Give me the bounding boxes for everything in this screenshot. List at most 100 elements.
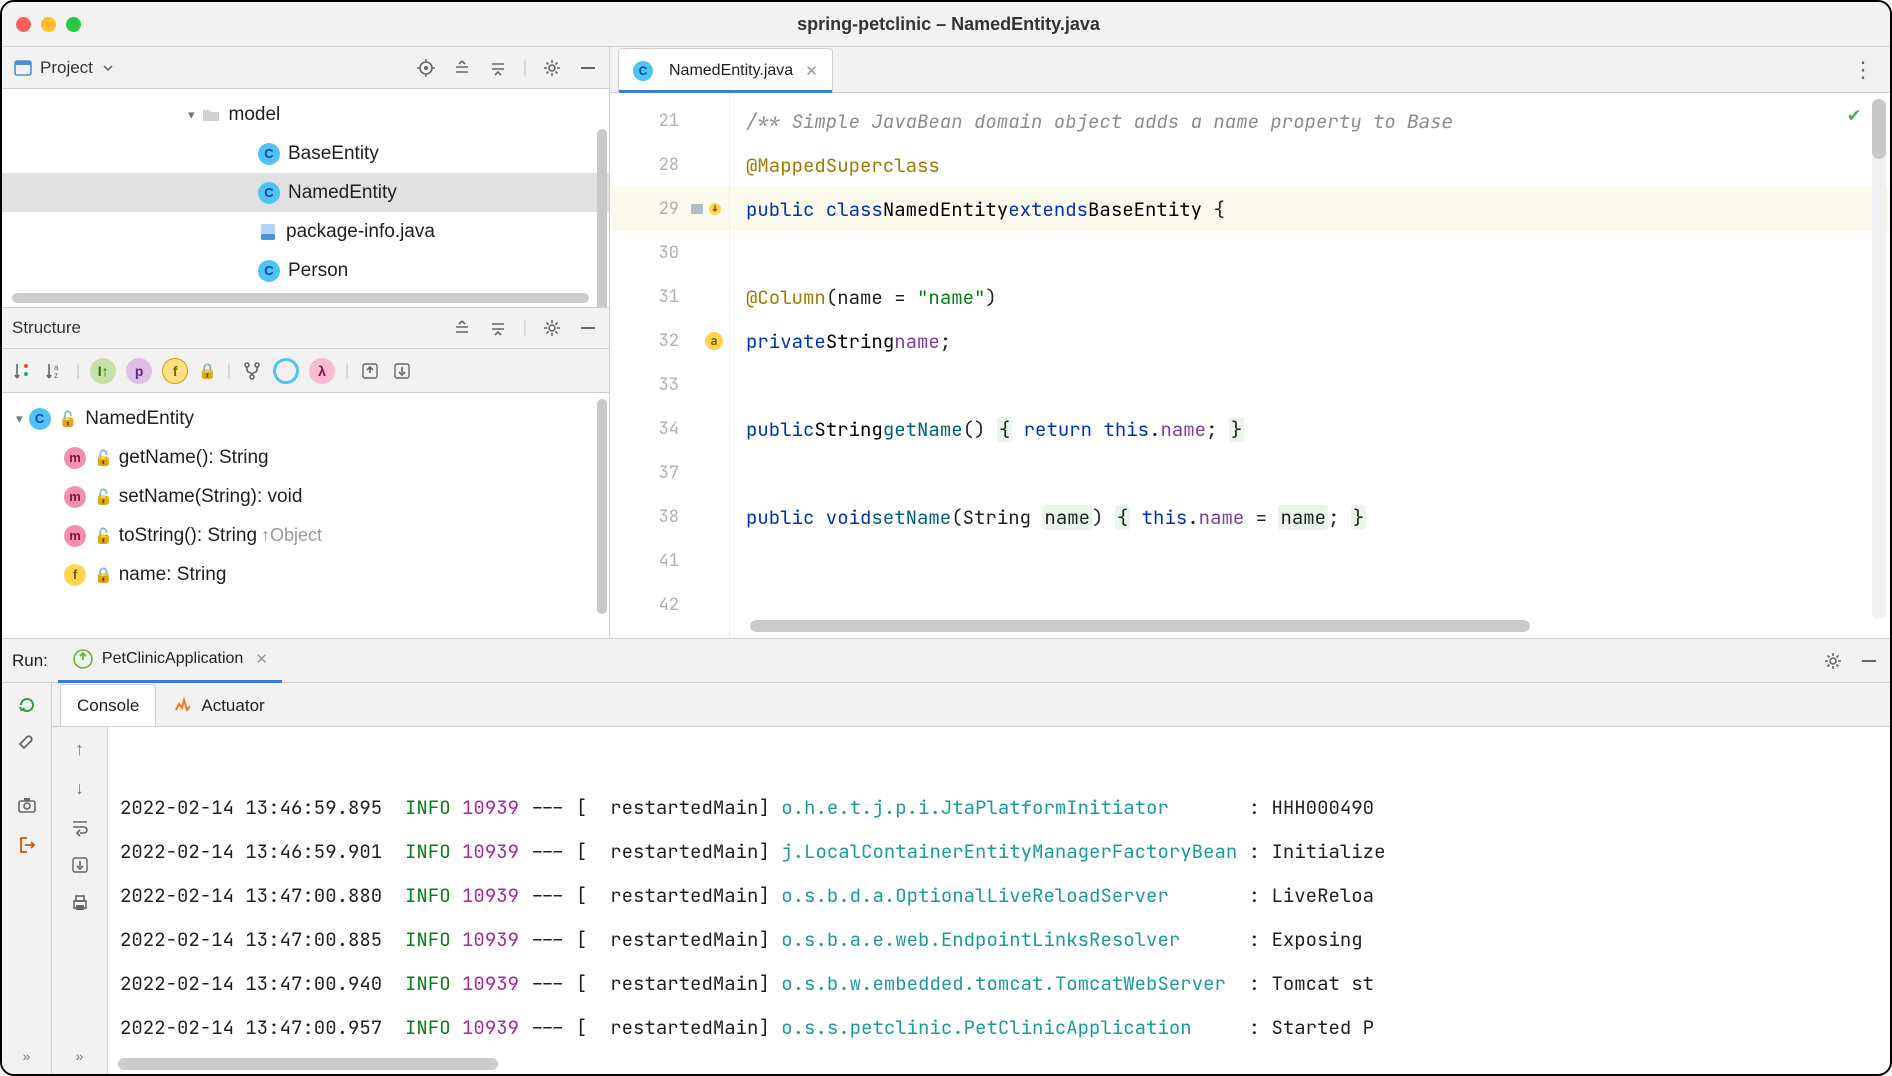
code-line[interactable]: /** Simple JavaBean domain object adds a… xyxy=(730,99,1890,143)
more-icon[interactable]: » xyxy=(76,1048,84,1064)
show-nonpublic-icon[interactable]: 🔒 xyxy=(198,362,217,380)
settings-icon[interactable] xyxy=(541,317,563,339)
structure-member[interactable]: f 🔒 name: String xyxy=(2,555,609,594)
exit-icon[interactable] xyxy=(17,835,37,855)
sort-alpha-icon[interactable]: az xyxy=(44,360,66,382)
collapse-all-icon[interactable] xyxy=(487,317,509,339)
code-line[interactable]: @Column(name = "name") xyxy=(730,275,1890,319)
editor-tabs-menu-icon[interactable]: ⋮ xyxy=(1852,57,1876,83)
gutter-line[interactable]: 33 xyxy=(610,363,729,407)
code-line[interactable] xyxy=(730,231,1890,275)
actuator-icon xyxy=(173,696,193,716)
collapse-all-icon[interactable] xyxy=(487,57,509,79)
run-config-tab[interactable]: PetClinicApplication ✕ xyxy=(58,639,282,683)
tree-item-person[interactable]: C Person xyxy=(2,251,609,290)
code-line[interactable]: public class NamedEntity extends BaseEnt… xyxy=(730,187,1890,231)
show-properties-icon[interactable]: p xyxy=(126,358,152,384)
project-dropdown-icon[interactable] xyxy=(97,57,119,79)
hide-panel-icon[interactable] xyxy=(577,317,599,339)
gutter-line[interactable]: 21 xyxy=(610,99,729,143)
scroll-to-end-icon[interactable] xyxy=(70,855,90,875)
close-tab-icon[interactable]: ✕ xyxy=(255,650,268,668)
code-line[interactable]: public void setName(String name) { this.… xyxy=(730,495,1890,539)
inspection-ok-icon[interactable]: ✔ xyxy=(1848,101,1860,127)
gutter-line[interactable]: 42 xyxy=(610,583,729,627)
code-line[interactable] xyxy=(730,451,1890,495)
code-line[interactable]: private String name; xyxy=(730,319,1890,363)
editor-gutter[interactable]: 212829303132a333437384142 xyxy=(610,93,730,638)
fork-icon[interactable] xyxy=(241,360,263,382)
project-tree[interactable]: ▾ model C BaseEntity C NamedEntity xyxy=(2,89,609,307)
autoscroll-from-source-icon[interactable] xyxy=(391,360,413,382)
structure-member[interactable]: m 🔓 getName(): String xyxy=(2,438,609,477)
show-interfaces-icon[interactable]: I↑ xyxy=(90,358,116,384)
soft-wrap-icon[interactable] xyxy=(70,817,90,837)
print-icon[interactable] xyxy=(70,893,90,913)
structure-member[interactable]: m 🔓 setName(String): void xyxy=(2,477,609,516)
tree-item-namedentity[interactable]: C NamedEntity xyxy=(2,173,609,212)
expand-all-icon[interactable] xyxy=(451,57,473,79)
chevron-down-icon[interactable]: ▾ xyxy=(188,107,195,123)
gutter-line[interactable]: 41 xyxy=(610,539,729,583)
code-editor[interactable]: 212829303132a333437384142 /** Simple Jav… xyxy=(610,93,1890,638)
settings-icon[interactable] xyxy=(541,57,563,79)
hide-panel-icon[interactable] xyxy=(1858,650,1880,672)
code-line[interactable]: public String getName() { return this.na… xyxy=(730,407,1890,451)
gutter-line[interactable]: 37 xyxy=(610,451,729,495)
tree-item-baseentity[interactable]: C BaseEntity xyxy=(2,134,609,173)
structure-root[interactable]: ▾ C 🔓 NamedEntity xyxy=(2,399,609,438)
show-fields-icon[interactable]: f xyxy=(162,358,188,384)
gutter-line[interactable]: 31 xyxy=(610,275,729,319)
code-line[interactable] xyxy=(730,363,1890,407)
wrench-icon[interactable] xyxy=(17,735,37,755)
autoscroll-to-source-icon[interactable] xyxy=(359,360,381,382)
scroll-up-icon[interactable]: ↑ xyxy=(75,739,84,760)
gutter-line[interactable]: 30 xyxy=(610,231,729,275)
chevron-down-icon[interactable]: ▾ xyxy=(16,411,23,427)
console-tab[interactable]: Console xyxy=(60,684,156,726)
code-line[interactable] xyxy=(730,539,1890,583)
show-lambdas-icon[interactable]: λ xyxy=(309,358,335,384)
tree-folder-model[interactable]: ▾ model xyxy=(2,95,609,134)
console-hscrollbar[interactable] xyxy=(118,1058,1880,1070)
project-panel-label[interactable]: Project xyxy=(40,58,93,78)
project-scrollbar[interactable] xyxy=(597,129,607,307)
expand-all-icon[interactable] xyxy=(451,317,473,339)
circle-icon[interactable] xyxy=(273,358,299,384)
structure-tree[interactable]: ▾ C 🔓 NamedEntity m 🔓 getName(): String … xyxy=(2,393,609,638)
settings-icon[interactable] xyxy=(1822,650,1844,672)
log-line[interactable]: 2022-02-14 13:47:00.885 INFO 10939 --- [… xyxy=(120,917,1878,961)
log-line[interactable]: 2022-02-14 13:46:59.895 INFO 10939 --- [… xyxy=(120,785,1878,829)
structure-member[interactable]: m 🔓 toString(): String ↑Object xyxy=(2,516,609,555)
actuator-tab[interactable]: Actuator xyxy=(156,684,281,726)
locate-icon[interactable] xyxy=(415,57,437,79)
hide-panel-icon[interactable] xyxy=(577,57,599,79)
code-line[interactable]: @MappedSuperclass xyxy=(730,143,1890,187)
zoom-window-button[interactable] xyxy=(66,17,81,32)
scroll-down-icon[interactable]: ↓ xyxy=(75,778,84,799)
camera-icon[interactable] xyxy=(17,795,37,815)
gutter-line[interactable]: 38 xyxy=(610,495,729,539)
sort-visibility-icon[interactable] xyxy=(12,360,34,382)
close-tab-icon[interactable]: ✕ xyxy=(805,62,818,80)
gutter-line[interactable]: 29 xyxy=(610,187,729,231)
tree-item-package-info[interactable]: package-info.java xyxy=(2,212,609,251)
gutter-line[interactable]: 28 xyxy=(610,143,729,187)
structure-scrollbar[interactable] xyxy=(597,399,607,614)
project-hscrollbar[interactable] xyxy=(12,293,589,303)
log-line[interactable]: 2022-02-14 13:47:00.940 INFO 10939 --- [… xyxy=(120,961,1878,1005)
editor-hscrollbar[interactable] xyxy=(750,620,1850,632)
rerun-icon[interactable] xyxy=(17,695,37,715)
log-line[interactable]: 2022-02-14 13:46:59.901 INFO 10939 --- [… xyxy=(120,829,1878,873)
gutter-line[interactable]: 32a xyxy=(610,319,729,363)
minimize-window-button[interactable] xyxy=(41,17,56,32)
code-area[interactable]: /** Simple JavaBean domain object adds a… xyxy=(730,93,1890,638)
console-output[interactable]: 2022-02-14 13:46:59.895 INFO 10939 --- [… xyxy=(108,727,1890,1074)
log-line[interactable]: 2022-02-14 13:47:00.957 INFO 10939 --- [… xyxy=(120,1005,1878,1049)
log-line[interactable]: 2022-02-14 13:47:00.880 INFO 10939 --- [… xyxy=(120,873,1878,917)
more-icon[interactable]: » xyxy=(23,1048,31,1064)
editor-scrollbar[interactable] xyxy=(1872,99,1886,619)
close-window-button[interactable] xyxy=(16,17,31,32)
gutter-line[interactable]: 34 xyxy=(610,407,729,451)
editor-tab[interactable]: C NamedEntity.java ✕ xyxy=(618,48,833,92)
